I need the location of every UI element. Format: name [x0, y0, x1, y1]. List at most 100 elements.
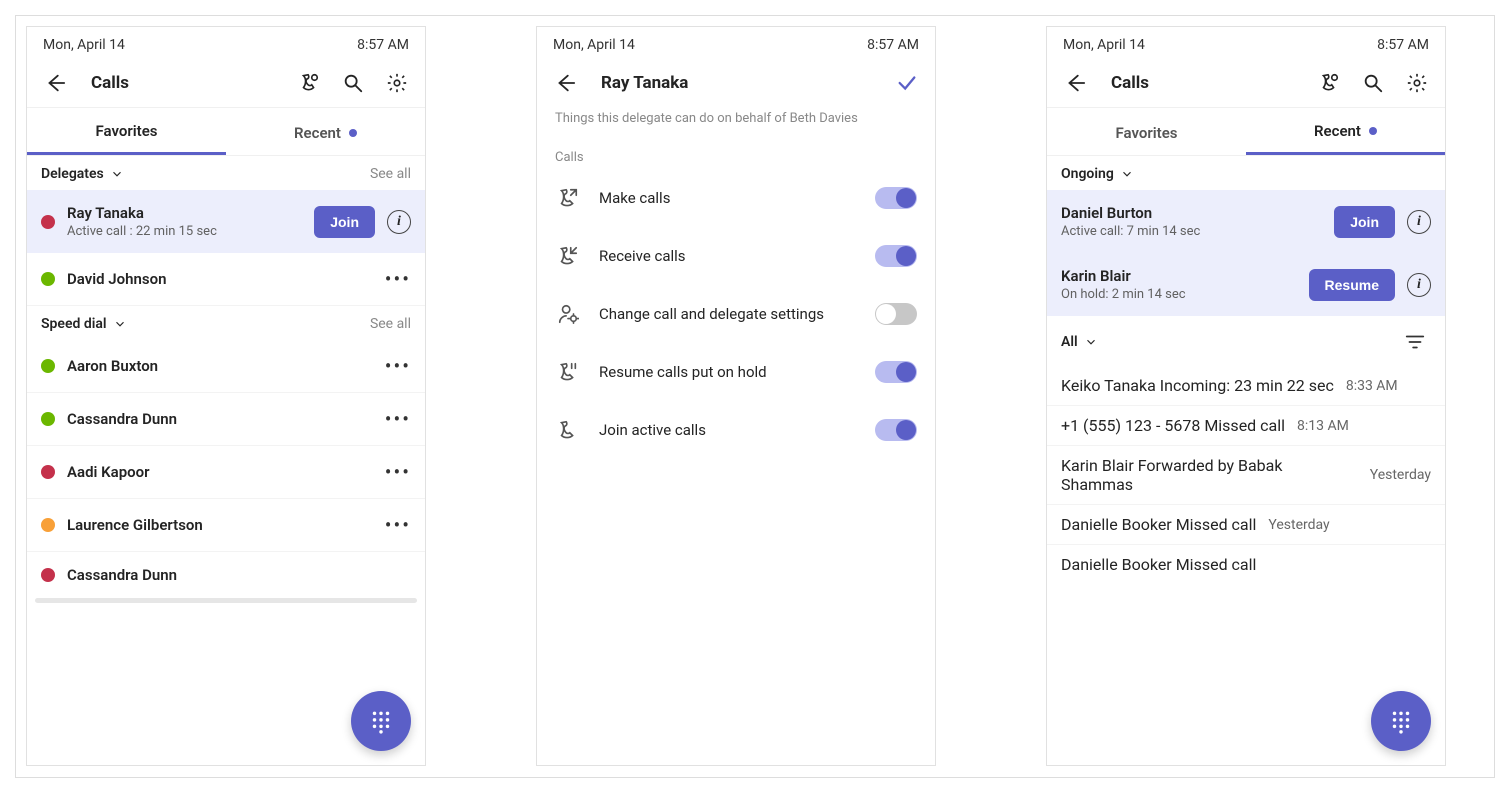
back-icon[interactable] — [549, 67, 581, 99]
tab-recent[interactable]: Recent — [1246, 108, 1445, 155]
status-bar: Mon, April 14 8:57 AM — [537, 27, 935, 59]
delegate-row[interactable]: David Johnson ••• — [27, 253, 425, 306]
resume-button[interactable]: Resume — [1309, 269, 1395, 301]
contact-name: David Johnson — [67, 270, 373, 288]
see-all-link[interactable]: See all — [370, 166, 411, 182]
status-bar: Mon, April 14 8:57 AM — [1047, 27, 1445, 59]
contact-name: Karin Blair — [1061, 456, 1134, 475]
settings-icon[interactable] — [381, 67, 413, 99]
toggle[interactable] — [875, 245, 917, 267]
person-settings-icon — [555, 303, 581, 325]
chevron-down-icon — [1120, 167, 1134, 181]
call-detail: Missed call — [1204, 416, 1285, 435]
contact-name: Danielle Booker — [1061, 555, 1172, 574]
section-header-ongoing[interactable]: Ongoing — [1047, 156, 1445, 190]
page-title: Ray Tanaka — [601, 73, 879, 93]
call-incoming-icon — [555, 245, 581, 267]
toggle[interactable] — [875, 419, 917, 441]
tab-label: Favorites — [1116, 124, 1178, 142]
see-all-link[interactable]: See all — [370, 316, 411, 332]
section-header-delegates[interactable]: Delegates See all — [27, 156, 425, 190]
call-status: Active call : 22 min 15 sec — [67, 224, 302, 239]
info-icon[interactable]: i — [387, 210, 411, 234]
more-icon[interactable]: ••• — [385, 407, 411, 431]
screen-recent: Mon, April 14 8:57 AM Calls Favorites R — [1046, 26, 1446, 766]
permission-label: Resume calls put on hold — [599, 363, 857, 381]
section-label: Delegates — [41, 166, 104, 182]
search-icon[interactable] — [337, 67, 369, 99]
toggle[interactable] — [875, 187, 917, 209]
tab-recent[interactable]: Recent — [226, 108, 425, 155]
speed-dial-row[interactable]: Cassandra Dunn ••• — [27, 393, 425, 446]
contact-name: Laurence Gilbertson — [67, 516, 373, 534]
section-label: Speed dial — [41, 316, 107, 332]
back-icon[interactable] — [39, 67, 71, 99]
dialpad-icon — [368, 708, 394, 734]
unread-dot-icon — [1369, 127, 1377, 135]
toggle[interactable] — [875, 361, 917, 383]
group-label: Calls — [537, 144, 935, 169]
presence-away-icon — [41, 518, 55, 532]
status-date: Mon, April 14 — [43, 37, 125, 53]
ongoing-call-row[interactable]: Karin Blair On hold: 2 min 14 sec Resume… — [1047, 253, 1445, 316]
contact-name: Cassandra Dunn — [67, 410, 373, 428]
join-button[interactable]: Join — [314, 206, 375, 238]
section-label: All — [1061, 334, 1078, 350]
page-title: Calls — [91, 73, 281, 93]
recent-call-row[interactable]: +1 (555) 123 - 5678 Missed call 8:13 AM — [1047, 406, 1445, 446]
tab-favorites[interactable]: Favorites — [27, 108, 226, 155]
recent-call-row[interactable]: Danielle Booker Missed call Yesterday — [1047, 505, 1445, 545]
status-time: 8:57 AM — [1377, 37, 1429, 53]
contact-name: Aadi Kapoor — [67, 463, 373, 481]
contact-name: Danielle Booker — [1061, 515, 1172, 534]
scrollbar — [35, 598, 417, 603]
dialpad-fab[interactable] — [351, 691, 411, 751]
presence-busy-icon — [41, 215, 55, 229]
settings-icon[interactable] — [1401, 67, 1433, 99]
call-detail: Incoming: 23 min 22 sec — [1160, 376, 1334, 395]
chevron-down-icon — [113, 317, 127, 331]
chevron-down-icon — [1084, 335, 1098, 349]
dialpad-fab[interactable] — [1371, 691, 1431, 751]
speed-dial-row[interactable]: Aaron Buxton ••• — [27, 340, 425, 393]
join-button[interactable]: Join — [1334, 206, 1395, 238]
status-bar: Mon, April 14 8:57 AM — [27, 27, 425, 59]
call-detail: Missed call — [1176, 555, 1257, 574]
contact-name: Daniel Burton — [1061, 204, 1322, 222]
more-icon[interactable]: ••• — [385, 267, 411, 291]
contact-name: Ray Tanaka — [67, 204, 302, 222]
search-icon[interactable] — [1357, 67, 1389, 99]
more-icon[interactable]: ••• — [385, 460, 411, 484]
permission-receive-calls: Receive calls — [537, 227, 935, 285]
delegate-active-call-row[interactable]: Ray Tanaka Active call : 22 min 15 sec J… — [27, 190, 425, 253]
info-icon[interactable]: i — [1407, 210, 1431, 234]
contact-name: Cassandra Dunn — [67, 566, 411, 584]
back-icon[interactable] — [1059, 67, 1091, 99]
confirm-icon[interactable] — [891, 67, 923, 99]
tabs: Favorites Recent — [1047, 107, 1445, 156]
contact-name: +1 (555) 123 - 5678 — [1061, 416, 1200, 435]
section-header-all[interactable]: All — [1047, 316, 1445, 366]
speed-dial-row[interactable]: Laurence Gilbertson ••• — [27, 499, 425, 552]
info-icon[interactable]: i — [1407, 273, 1431, 297]
recent-call-row[interactable]: Karin Blair Forwarded by Babak Shammas Y… — [1047, 446, 1445, 505]
voicemail-icon[interactable] — [293, 67, 325, 99]
section-header-speed-dial[interactable]: Speed dial See all — [27, 306, 425, 340]
speed-dial-row[interactable]: Aadi Kapoor ••• — [27, 446, 425, 499]
filter-icon[interactable] — [1399, 326, 1431, 358]
toggle[interactable] — [875, 303, 917, 325]
voicemail-icon[interactable] — [1313, 67, 1345, 99]
contact-name: Aaron Buxton — [67, 357, 373, 375]
recent-call-row[interactable]: Danielle Booker Missed call — [1047, 545, 1445, 584]
speed-dial-row[interactable]: Cassandra Dunn — [27, 552, 425, 598]
more-icon[interactable]: ••• — [385, 513, 411, 537]
recent-call-row[interactable]: Keiko Tanaka Incoming: 23 min 22 sec 8:3… — [1047, 366, 1445, 406]
permission-label: Join active calls — [599, 421, 857, 439]
more-icon[interactable]: ••• — [385, 354, 411, 378]
contact-name: Keiko Tanaka — [1061, 376, 1156, 395]
ongoing-call-row[interactable]: Daniel Burton Active call: 7 min 14 sec … — [1047, 190, 1445, 253]
presence-dnd-icon — [41, 568, 55, 582]
call-time: 8:33 AM — [1346, 378, 1398, 394]
status-time: 8:57 AM — [867, 37, 919, 53]
tab-favorites[interactable]: Favorites — [1047, 108, 1246, 155]
